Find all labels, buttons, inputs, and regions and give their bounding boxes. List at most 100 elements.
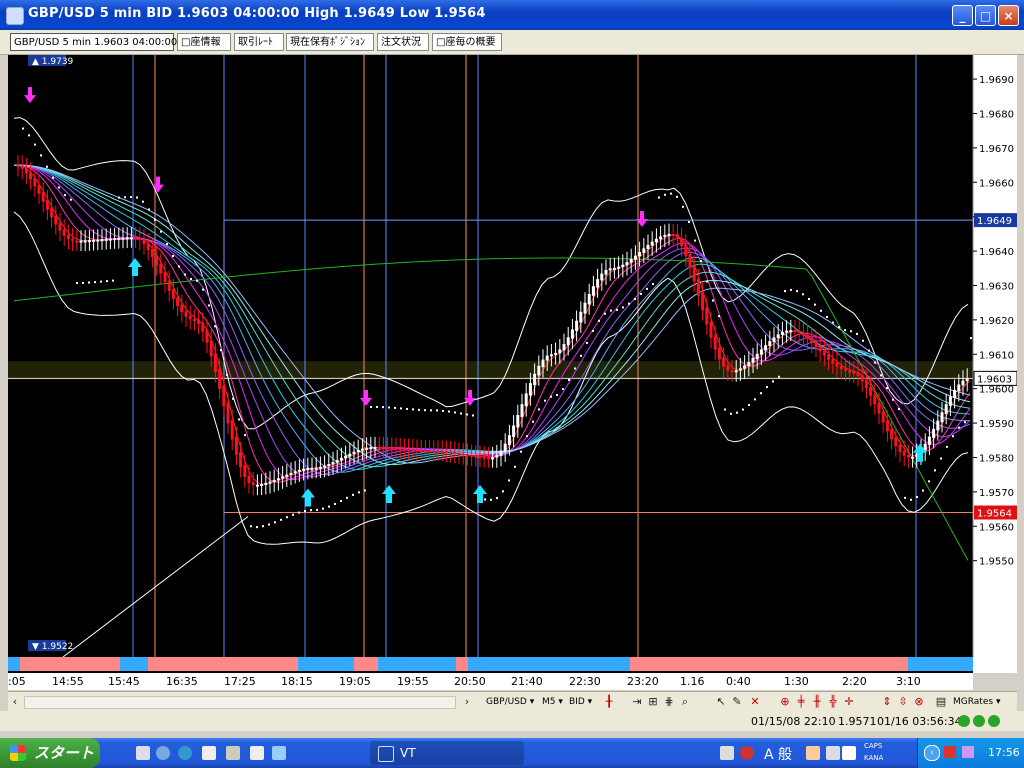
sar-dot <box>874 361 876 364</box>
ime-icon[interactable] <box>740 746 754 760</box>
candle <box>33 178 37 187</box>
tab-account-info[interactable]: □座情報 <box>177 33 231 51</box>
candle <box>247 475 251 484</box>
candle <box>768 341 772 346</box>
sar-dot <box>964 421 966 424</box>
sar-dot <box>280 518 282 521</box>
bottom-marker: ▼ 1.9522 <box>32 642 73 652</box>
file-icon[interactable] <box>250 746 264 760</box>
timeframe-select[interactable]: M5 ▾ <box>542 694 563 710</box>
sar-dot <box>508 479 510 482</box>
candle <box>411 449 415 452</box>
price-chart[interactable]: ▲ 1.9739 ▼ 1.9522 1.9690 1.9680 1.9670 1.9660… <box>8 55 1017 673</box>
tab-trade-rates[interactable]: 取引ﾚｰﾄ <box>234 33 284 51</box>
close-button[interactable]: × <box>998 5 1019 26</box>
sar-dot <box>112 279 114 282</box>
candle <box>394 447 398 450</box>
ie-icon[interactable] <box>156 746 170 760</box>
grid-icon[interactable]: ⋕ <box>662 695 676 709</box>
scroll-right-icon[interactable]: › <box>460 695 474 709</box>
sar-dot <box>580 354 582 357</box>
candle <box>801 332 805 336</box>
signal-segment <box>8 657 20 671</box>
tab-orders[interactable]: 注文状況 <box>377 33 429 51</box>
printer-icon[interactable] <box>226 746 240 760</box>
ime-mode[interactable]: A 般 <box>764 744 792 764</box>
target-icon[interactable]: ⊗ <box>912 695 926 709</box>
candle <box>499 450 503 456</box>
signal-segment <box>468 657 630 671</box>
tab-chart[interactable]: GBP/USD 5 min 1.9603 04:00:00 <box>10 33 177 51</box>
help-icon[interactable] <box>842 746 856 760</box>
sar-dot <box>292 513 294 516</box>
fibonacci-icon[interactable]: ╪ <box>794 695 808 709</box>
maximize-button[interactable]: □ <box>975 5 996 26</box>
indicator-select[interactable]: MGRates ▾ <box>953 694 1000 710</box>
candle <box>491 457 495 460</box>
price-type-select[interactable]: BID ▾ <box>569 694 592 710</box>
zoom-in-icon[interactable]: ⊕ <box>778 695 792 709</box>
magnify-icon[interactable]: ⌕ <box>678 695 692 709</box>
draw-icon[interactable]: ✎ <box>730 695 744 709</box>
keyboard-icon[interactable] <box>720 746 734 760</box>
sar-dot <box>952 435 954 438</box>
candle <box>226 402 230 424</box>
signal-segment <box>20 657 120 671</box>
sar-dot <box>916 496 918 499</box>
tray-expand-icon[interactable]: ‹ <box>924 745 940 761</box>
tab-account-summary[interactable]: □座毎の概要 <box>432 33 502 51</box>
sar-dot <box>820 309 822 312</box>
flag-icon[interactable] <box>944 746 956 758</box>
network-icon[interactable] <box>962 746 974 758</box>
sar-dot <box>418 408 420 411</box>
sar-dot <box>862 339 864 342</box>
cross-icon[interactable]: ✛ <box>842 695 856 709</box>
time-axis: :05 14:55 15:45 16:35 17:25 18:15 19:05 19:55 20… <box>8 673 973 690</box>
shift-end-icon[interactable]: ⇥ <box>630 695 644 709</box>
tools-icon[interactable] <box>826 746 840 760</box>
dictionary-icon[interactable] <box>806 746 820 760</box>
minimize-button[interactable]: _ <box>952 5 973 26</box>
start-button[interactable]: スタート <box>0 738 100 768</box>
symbol-select[interactable]: GBP/USD ▾ <box>486 694 534 710</box>
scrollbar[interactable] <box>24 696 456 709</box>
candle <box>432 450 436 453</box>
cursor-icon[interactable]: ↖ <box>714 695 728 709</box>
notepad-icon[interactable] <box>202 746 216 760</box>
arrow-up-icon[interactable]: ⇕ <box>880 695 894 709</box>
sar-dot <box>598 319 600 322</box>
sar-dot <box>652 283 654 286</box>
candle <box>512 425 516 437</box>
channel-icon[interactable]: ╬ <box>826 695 840 709</box>
app-icon[interactable] <box>6 7 24 25</box>
arrow-down-icon[interactable]: ⇳ <box>896 695 910 709</box>
sar-dot <box>802 293 804 296</box>
tab-positions[interactable]: 現在保有ﾎﾟｼﾞｼｮﾝ <box>286 33 374 51</box>
ie2-icon[interactable] <box>178 746 192 760</box>
sar-dot <box>646 287 648 290</box>
candle <box>717 347 721 360</box>
scroll-left-icon[interactable]: ‹ <box>8 695 22 709</box>
sar-dot <box>700 259 702 262</box>
candle <box>696 278 700 296</box>
candle <box>755 353 759 359</box>
sar-dot <box>928 480 930 483</box>
print-icon[interactable]: ▤ <box>934 695 948 709</box>
candle <box>218 368 222 389</box>
candle-icon[interactable]: ╂ <box>602 695 616 709</box>
chart-canvas[interactable]: ▲ 1.9739 ▼ 1.9522 1.9690 1.9680 1.9670 1.9660… <box>8 55 1017 673</box>
line-tool-icon[interactable]: ╫ <box>810 695 824 709</box>
candle <box>650 241 654 246</box>
candle <box>453 452 457 455</box>
sar-dot <box>880 374 882 377</box>
sar-dot <box>334 502 336 505</box>
candle <box>780 332 784 335</box>
candle <box>747 361 751 367</box>
crosshair-icon[interactable]: ✕ <box>748 695 762 709</box>
taskbar-item-vt[interactable]: VT <box>370 741 524 765</box>
candle <box>503 443 507 452</box>
fit-icon[interactable]: ⊞ <box>646 695 660 709</box>
explorer-icon[interactable] <box>272 746 286 760</box>
quicklaunch-doc-icon[interactable] <box>136 746 150 760</box>
sar-dot <box>424 409 426 412</box>
